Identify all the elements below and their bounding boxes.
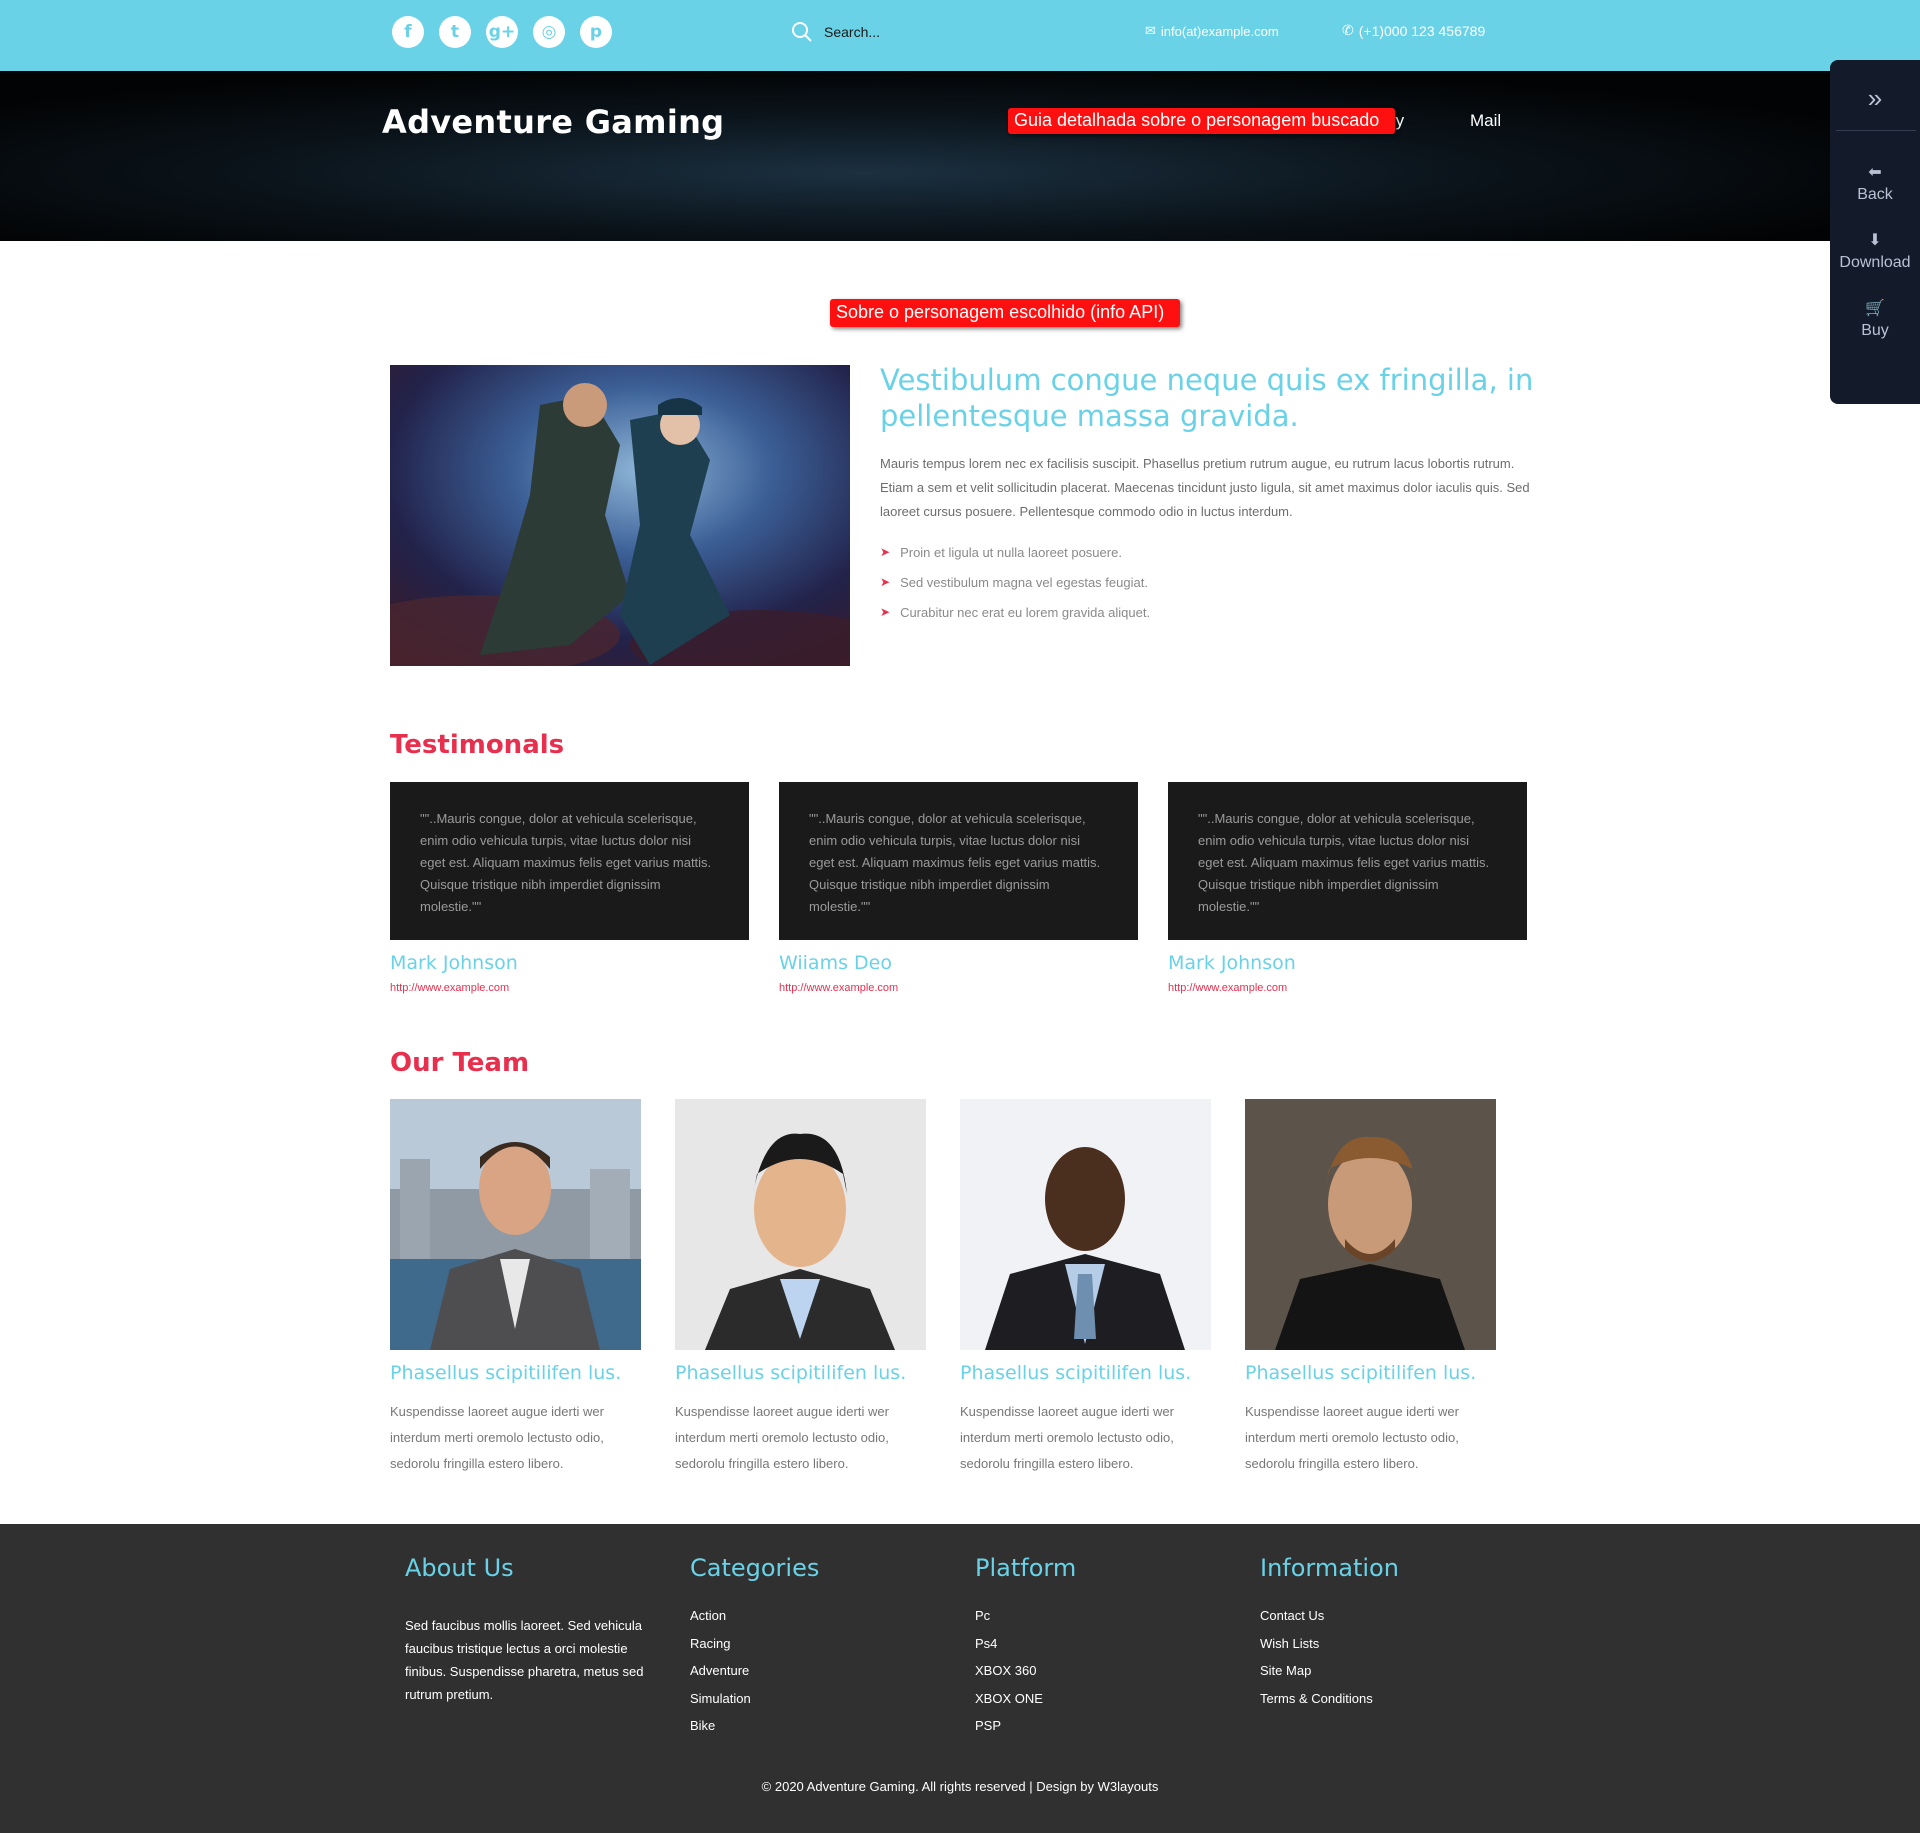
footer-link[interactable]: Terms & Conditions	[1260, 1691, 1373, 1719]
team-member-photo	[390, 1099, 641, 1350]
testimonial-card: ""..Mauris congue, dolor at vehicula sce…	[390, 782, 749, 940]
email-text: info(at)example.com	[1160, 23, 1279, 39]
team-member-photo	[960, 1099, 1211, 1350]
team-member-name: Phasellus scipitilifen lus.	[675, 1362, 907, 1384]
copyright-text: © 2020 Adventure Gaming. All rights rese…	[761, 1779, 1159, 1794]
footer-link[interactable]: Wish Lists	[1260, 1636, 1373, 1664]
footer-platform-list: Pc Ps4 XBOX 360 XBOX ONE PSP	[975, 1608, 1043, 1746]
team-member-photo	[1245, 1099, 1496, 1350]
team-member-photo	[675, 1099, 926, 1350]
team-member-name: Phasellus scipitilifen lus.	[1245, 1362, 1477, 1384]
footer-link[interactable]: PSP	[975, 1718, 1043, 1746]
footer-link[interactable]: Simulation	[690, 1691, 751, 1719]
testimonial-quote: ""..Mauris congue, dolor at vehicula sce…	[1198, 811, 1490, 914]
about-paragraph: Mauris tempus lorem nec ex facilisis sus…	[880, 456, 1530, 519]
testimonial-link[interactable]: http://www.example.com	[390, 982, 509, 994]
team-member-bio: Kuspendisse laoreet augue iderti wer int…	[390, 1404, 604, 1471]
search-box	[790, 20, 1004, 44]
team-member-bio: Kuspendisse laoreet augue iderti wer int…	[1245, 1404, 1459, 1471]
phone-text: (+1)000 123 456789	[1358, 22, 1486, 39]
search-input[interactable]	[824, 24, 1004, 40]
buy-button[interactable]: 🛒 Buy	[1830, 298, 1920, 340]
footer-platform-title: Platform	[975, 1554, 1077, 1582]
testimonial-author: Mark Johnson	[1168, 952, 1296, 974]
list-item: ➤ Curabitur nec erat eu lorem gravida ali…	[880, 597, 1150, 627]
testimonial-quote: ""..Mauris congue, dolor at vehicula sce…	[420, 811, 712, 914]
footer-information-title: Information	[1260, 1554, 1399, 1582]
site-footer: About Us Sed faucibus mollis laoreet. Se…	[0, 1524, 1920, 1833]
footer-link[interactable]: Adventure	[690, 1663, 751, 1691]
footer-link[interactable]: Racing	[690, 1636, 751, 1664]
twitter-icon[interactable]: t	[439, 16, 471, 48]
contact-email[interactable]: ✉ info(at)example.com	[1145, 23, 1279, 39]
hero-image	[390, 365, 850, 666]
bullet-text: Curabitur nec erat eu lorem gravida aliq…	[900, 604, 1151, 620]
team-member-name: Phasellus scipitilifen lus.	[960, 1362, 1192, 1384]
download-button[interactable]: ⬇ Download	[1830, 230, 1920, 272]
testimonials-heading: Testimonals	[390, 730, 565, 760]
nav-item-mail[interactable]: Mail	[1470, 111, 1501, 131]
footer-link[interactable]: Site Map	[1260, 1663, 1373, 1691]
collapse-toggle-icon[interactable]: »	[1830, 68, 1920, 128]
testimonial-card: ""..Mauris congue, dolor at vehicula sce…	[1168, 782, 1527, 940]
back-button[interactable]: ⬅ Back	[1830, 162, 1920, 204]
footer-categories-list: Action Racing Adventure Simulation Bike	[690, 1608, 751, 1746]
list-item: ➤ Sed vestibulum magna vel egestas feugia…	[880, 567, 1150, 597]
arrow-right-icon: ➤	[880, 605, 891, 619]
team-heading: Our Team	[390, 1048, 530, 1078]
arrow-left-icon: ⬅	[1868, 164, 1882, 181]
arrow-right-icon: ➤	[880, 545, 891, 559]
site-logo[interactable]: Adventure Gaming	[382, 103, 724, 141]
contact-phone[interactable]: ✆ (+1)000 123 456789	[1342, 22, 1485, 39]
footer-link[interactable]: Pc	[975, 1608, 1043, 1636]
footer-link[interactable]: XBOX 360	[975, 1663, 1043, 1691]
list-item: ➤ Proin et ligula ut nulla laoreet posuer…	[880, 537, 1150, 567]
footer-categories-title: Categories	[690, 1554, 820, 1582]
footer-link[interactable]: Contact Us	[1260, 1608, 1373, 1636]
site-header: Adventure Gaming ry Mail Guia detalhada …	[0, 71, 1920, 241]
footer-link[interactable]: XBOX ONE	[975, 1691, 1043, 1719]
side-panel: » ⬅ Back ⬇ Download 🛒 Buy	[1830, 60, 1920, 404]
testimonial-card: ""..Mauris congue, dolor at vehicula sce…	[779, 782, 1138, 940]
buy-label: Buy	[1861, 322, 1889, 339]
google-plus-icon[interactable]: g+	[486, 16, 518, 48]
download-label: Download	[1839, 254, 1911, 271]
search-icon[interactable]	[790, 20, 814, 44]
footer-about-text: Sed faucibus mollis laoreet. Sed vehicul…	[405, 1618, 644, 1702]
footer-link[interactable]: Ps4	[975, 1636, 1043, 1664]
bullet-text: Proin et ligula ut nulla laoreet posuere…	[900, 544, 1122, 560]
testimonial-quote: ""..Mauris congue, dolor at vehicula sce…	[809, 811, 1101, 914]
team-member-name: Phasellus scipitilifen lus.	[390, 1362, 622, 1384]
team-member-bio: Kuspendisse laoreet augue iderti wer int…	[675, 1404, 889, 1471]
team-member-bio: Kuspendisse laoreet augue iderti wer int…	[960, 1404, 1174, 1471]
phone-icon: ✆	[1342, 22, 1354, 38]
instagram-icon[interactable]: ◎	[533, 16, 565, 48]
about-heading: Vestibulum congue neque quis ex fringill…	[880, 363, 1534, 433]
bullet-text: Sed vestibulum magna vel egestas feugiat…	[900, 574, 1148, 590]
testimonial-author: Wiiams Deo	[779, 952, 892, 974]
testimonial-link[interactable]: http://www.example.com	[1168, 982, 1287, 994]
cart-icon: 🛒	[1865, 300, 1885, 317]
tooltip-guide: Guia detalhada sobre o personagem buscad…	[1008, 108, 1396, 134]
testimonial-link[interactable]: http://www.example.com	[779, 982, 898, 994]
download-icon: ⬇	[1868, 232, 1882, 249]
tooltip-about-api: Sobre o personagem escolhido (info API)	[830, 299, 1181, 327]
envelope-icon: ✉	[1145, 23, 1156, 38]
footer-link[interactable]: Action	[690, 1608, 751, 1636]
panel-divider	[1836, 130, 1916, 131]
about-bullet-list: ➤ Proin et ligula ut nulla laoreet posuer…	[880, 537, 1150, 627]
footer-link[interactable]: Bike	[690, 1718, 751, 1746]
footer-information-list: Contact Us Wish Lists Site Map Terms & C…	[1260, 1608, 1373, 1718]
testimonial-author: Mark Johnson	[390, 952, 518, 974]
arrow-right-icon: ➤	[880, 575, 891, 589]
footer-about-title: About Us	[405, 1554, 514, 1582]
facebook-icon[interactable]: f	[392, 16, 424, 48]
social-links: f t g+ ◎ p	[392, 16, 612, 48]
top-bar: f t g+ ◎ p ✉ info(at)example.com ✆ (+1)0…	[0, 0, 1920, 71]
pinterest-icon[interactable]: p	[580, 16, 612, 48]
back-label: Back	[1857, 186, 1893, 203]
